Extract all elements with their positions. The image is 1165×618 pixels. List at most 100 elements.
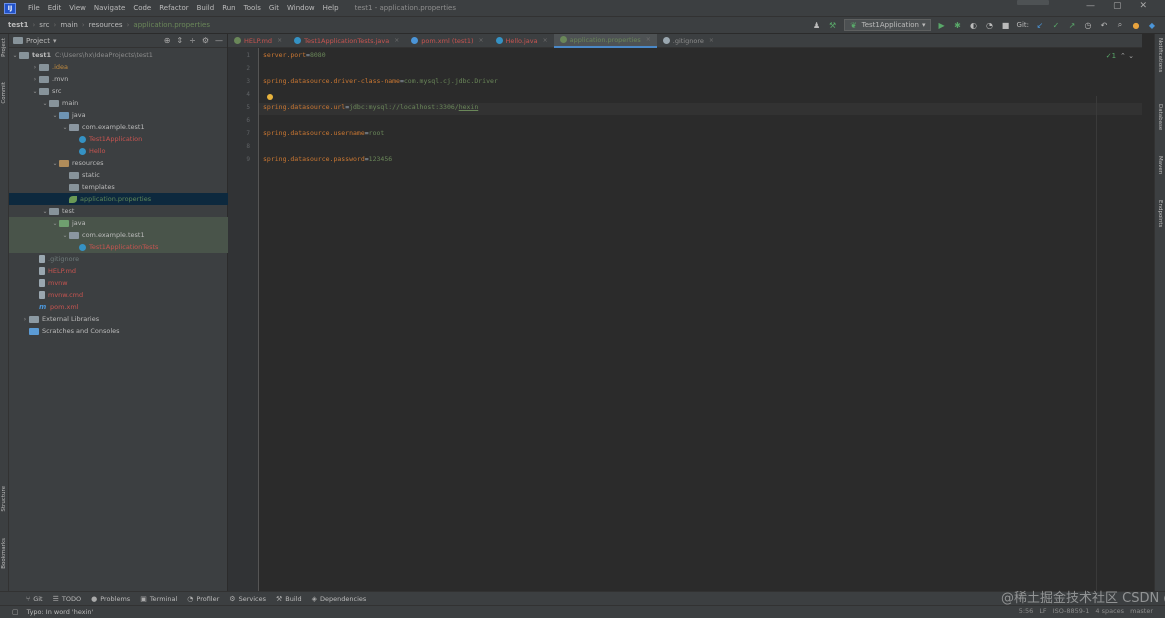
menu-refactor[interactable]: Refactor — [159, 4, 188, 12]
tool-window-button-build[interactable]: ⚒ Build — [276, 595, 302, 603]
menu-view[interactable]: View — [69, 4, 86, 12]
tool-window-button-dependencies[interactable]: ◈ Dependencies — [312, 595, 367, 603]
tool-window-button-services[interactable]: ⚙ Services — [229, 595, 266, 603]
breadcrumb-main[interactable]: main — [60, 21, 78, 29]
tree-row[interactable]: ⌄ main — [9, 97, 228, 109]
locate-icon[interactable]: ⊕ — [164, 36, 171, 45]
chevron-down-icon[interactable]: ⌄ — [41, 208, 49, 215]
bookmarks-tool-tab[interactable]: Bookmarks — [1, 538, 7, 569]
profile-icon[interactable]: ◔ — [985, 21, 995, 30]
tree-row[interactable]: ⌄ resources — [9, 157, 228, 169]
menu-tools[interactable]: Tools — [244, 4, 261, 12]
close-tab-icon[interactable]: × — [277, 37, 282, 44]
tool-window-button-git[interactable]: ⑂ Git — [26, 595, 43, 603]
tool-window-button-terminal[interactable]: ▣ Terminal — [140, 595, 177, 603]
editor-tab[interactable]: Test1ApplicationTests.java × — [288, 34, 405, 48]
close-tab-icon[interactable]: × — [479, 37, 484, 44]
typo-underlined-word[interactable]: hexin — [459, 103, 479, 111]
rollback-icon[interactable]: ↶ — [1099, 21, 1109, 30]
tree-row[interactable]: ⌄ com.example.test1 — [9, 121, 228, 133]
tree-row[interactable]: mvnw.cmd — [9, 289, 228, 301]
tree-row[interactable]: Test1Application — [9, 133, 228, 145]
tree-row[interactable]: Scratches and Consoles — [9, 325, 228, 337]
breadcrumb-file[interactable]: application.properties — [133, 21, 210, 29]
menu-help[interactable]: Help — [323, 4, 339, 12]
tree-row[interactable]: ⌄ test — [9, 205, 228, 217]
git-branch[interactable]: master — [1130, 607, 1153, 615]
tree-row-root[interactable]: ⌄ test1 C:\Users\hx\IdeaProjects\test1 — [9, 49, 228, 61]
maximize-button[interactable]: ▢ — [1113, 1, 1122, 11]
tree-row[interactable]: ⌄ java — [9, 217, 228, 229]
build-hammer-icon[interactable]: ⚒ — [828, 21, 838, 30]
search-icon[interactable]: ⌕ — [1115, 20, 1125, 30]
inspection-nav-arrows[interactable]: ⌃ ⌄ — [1120, 52, 1134, 60]
breadcrumb-project[interactable]: test1 — [8, 21, 28, 29]
minimize-button[interactable]: — — [1086, 1, 1095, 11]
tree-row[interactable]: ⌄ java — [9, 109, 228, 121]
editor-tab[interactable]: pom.xml (test1) × — [405, 34, 489, 48]
tree-row[interactable]: › .mvn — [9, 73, 228, 85]
menu-build[interactable]: Build — [197, 4, 215, 12]
menu-edit[interactable]: Edit — [48, 4, 62, 12]
user-icon[interactable]: ♟ — [812, 21, 822, 30]
editor-tab[interactable]: .gitignore × — [657, 34, 720, 48]
run-icon[interactable]: ▶ — [937, 21, 947, 30]
git-push-icon[interactable]: ↗ — [1067, 21, 1077, 30]
expand-all-icon[interactable]: ⇕ — [176, 36, 183, 45]
git-commit-icon[interactable]: ✓ — [1051, 21, 1061, 30]
debug-icon[interactable]: ✱ — [953, 21, 963, 30]
tree-row[interactable]: HELP.md — [9, 265, 228, 277]
structure-tool-tab[interactable]: Structure — [1, 486, 7, 512]
tree-row[interactable]: › .idea — [9, 61, 228, 73]
indent-setting[interactable]: 4 spaces — [1095, 607, 1124, 615]
tree-row[interactable]: m pom.xml — [9, 301, 228, 313]
menu-navigate[interactable]: Navigate — [94, 4, 125, 12]
tree-row[interactable]: ⌄ src — [9, 85, 228, 97]
breadcrumb-resources[interactable]: resources — [89, 21, 123, 29]
chevron-down-icon[interactable]: ▾ — [53, 37, 57, 45]
chevron-down-icon[interactable]: ⌄ — [51, 112, 59, 119]
caret-position[interactable]: 5:56 — [1019, 607, 1034, 615]
tree-row[interactable]: Hello — [9, 145, 228, 157]
code-editor[interactable]: ✓1 ⌃ ⌄ server.port=8080 spring.datasource… — [259, 48, 1142, 618]
close-tab-icon[interactable]: × — [394, 37, 399, 44]
ide-update-icon[interactable]: ◆ — [1147, 21, 1157, 30]
close-window-button[interactable]: ✕ — [1139, 1, 1147, 11]
chevron-down-icon[interactable]: ⌄ — [11, 52, 19, 59]
close-tab-icon[interactable]: × — [543, 37, 548, 44]
run-configuration-select[interactable]: ❦ Test1Application ▾ — [843, 19, 931, 31]
chevron-right-icon[interactable]: › — [31, 64, 39, 71]
coverage-icon[interactable]: ◐ — [969, 21, 979, 30]
gear-icon[interactable]: ⚙ — [202, 36, 209, 45]
notifications-tool-tab[interactable]: Notifications — [1157, 38, 1163, 72]
chevron-down-icon[interactable]: ⌄ — [41, 100, 49, 107]
tool-window-button-profiler[interactable]: ◔ Profiler — [187, 595, 219, 603]
maven-tool-tab[interactable]: Maven — [1157, 156, 1163, 174]
close-tab-icon[interactable]: × — [646, 36, 651, 43]
menu-run[interactable]: Run — [222, 4, 235, 12]
tree-row[interactable]: ⌄ com.example.test1 — [9, 229, 228, 241]
menu-git[interactable]: Git — [269, 4, 279, 12]
tree-row[interactable]: application.properties — [9, 193, 228, 205]
line-separator[interactable]: LF — [1039, 607, 1046, 615]
menu-window[interactable]: Window — [287, 4, 315, 12]
endpoints-tool-tab[interactable]: Endpoints — [1157, 200, 1163, 227]
chevron-down-icon[interactable]: ⌄ — [61, 232, 69, 239]
editor-tab[interactable]: Hello.java × — [490, 34, 554, 48]
chevron-right-icon[interactable]: › — [31, 76, 39, 83]
close-tab-icon[interactable]: × — [709, 37, 714, 44]
tree-row[interactable]: .gitignore — [9, 253, 228, 265]
chevron-right-icon[interactable]: › — [21, 316, 29, 323]
editor-tab[interactable]: HELP.md × — [228, 34, 288, 48]
inspection-widget[interactable]: ✓1 ⌃ ⌄ — [1106, 52, 1134, 60]
project-panel-title[interactable]: Project — [26, 37, 50, 45]
tree-row[interactable]: › External Libraries — [9, 313, 228, 325]
stop-icon[interactable]: ■ — [1001, 21, 1011, 30]
database-tool-tab[interactable]: Database — [1157, 104, 1163, 130]
chevron-down-icon[interactable]: ⌄ — [31, 88, 39, 95]
editor-tab[interactable]: application.properties × — [553, 33, 657, 48]
plugin-icon[interactable]: ● — [1131, 21, 1141, 30]
menu-code[interactable]: Code — [133, 4, 151, 12]
chevron-down-icon[interactable]: ⌄ — [51, 220, 59, 227]
tree-row[interactable]: Test1ApplicationTests — [9, 241, 228, 253]
